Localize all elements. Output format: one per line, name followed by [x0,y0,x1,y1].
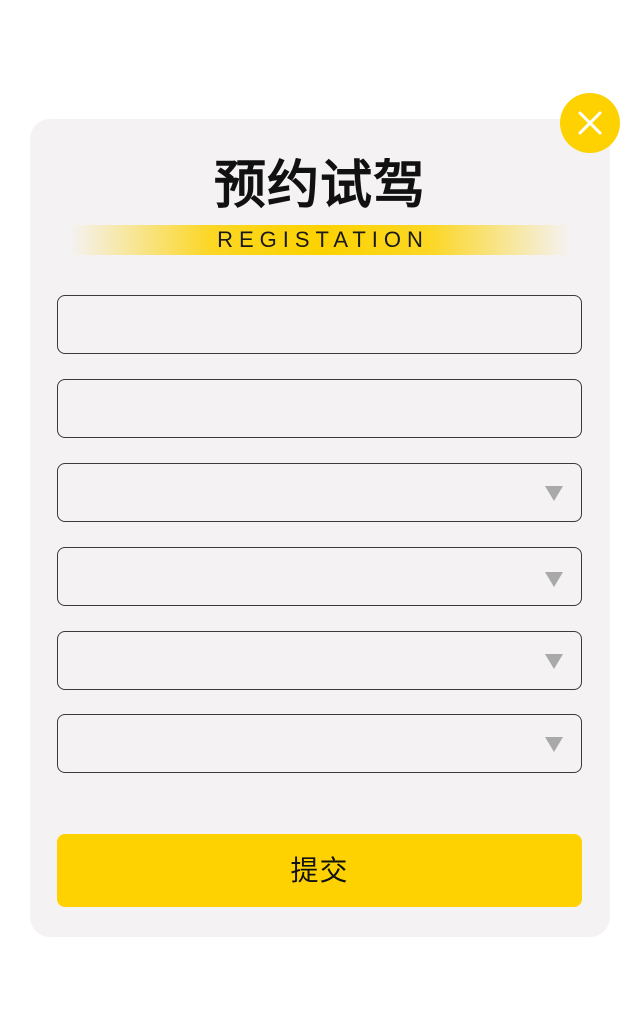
chevron-down-icon [545,654,563,669]
select-field-1[interactable] [57,463,582,522]
dialog-title: 预约试驾 [213,156,426,216]
phone-field[interactable] [57,379,582,438]
phone-input[interactable] [58,380,581,437]
chevron-down-icon [545,572,563,587]
chevron-down-icon [545,737,563,752]
close-button[interactable] [560,93,620,153]
name-input[interactable] [58,296,581,353]
submit-button[interactable]: 提交 [57,834,582,907]
select-field-2[interactable] [57,547,582,606]
select-field-3[interactable] [57,631,582,690]
name-field[interactable] [57,295,582,354]
registration-popup: 预约试驾 REGISTATION 提交 [0,0,640,1030]
select-field-4[interactable] [57,714,582,773]
chevron-down-icon [545,486,563,501]
dialog-subtitle: REGISTATION [217,227,429,252]
close-icon [578,111,602,135]
